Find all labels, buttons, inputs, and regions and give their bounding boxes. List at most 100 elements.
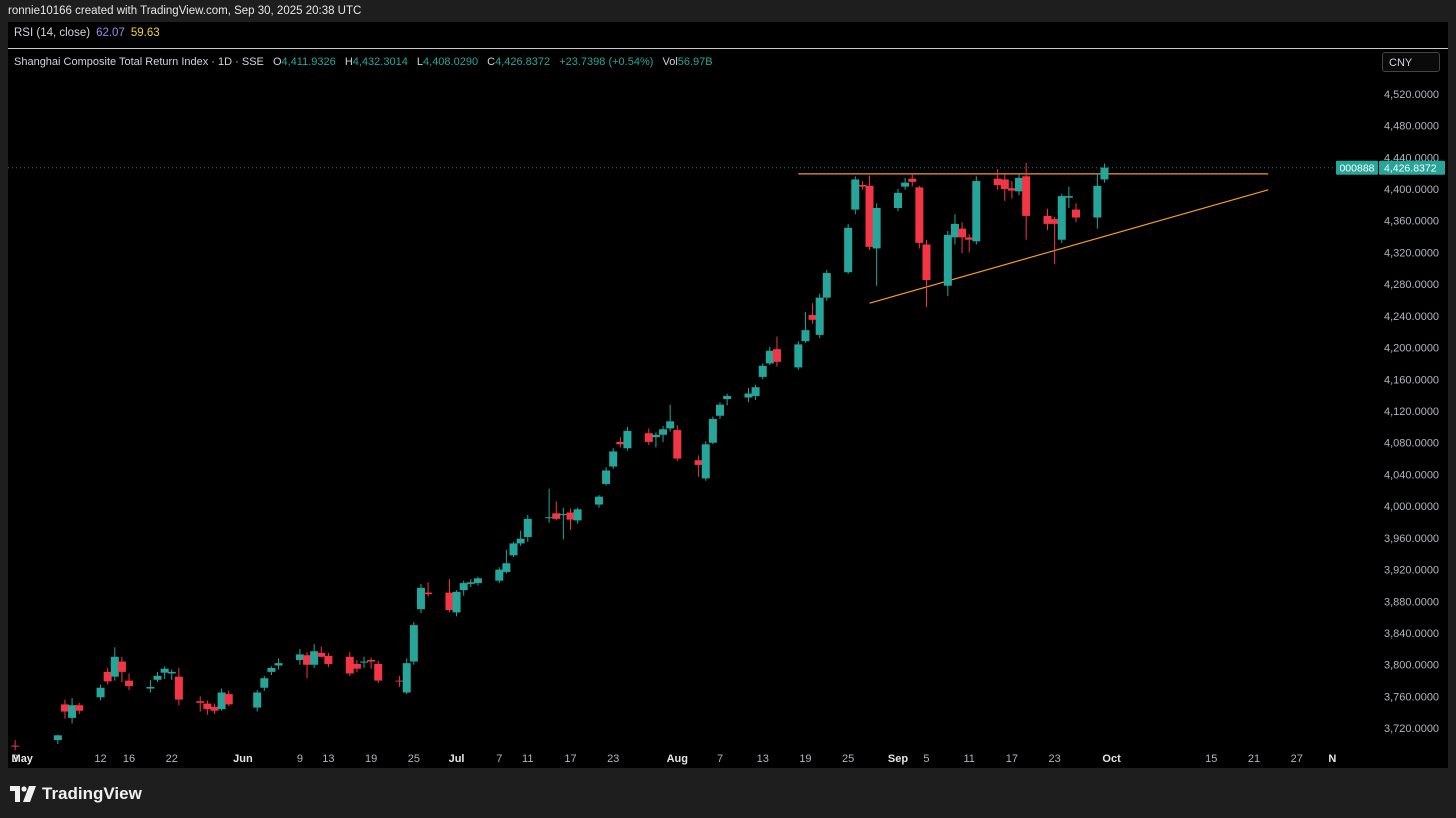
candle [210,703,219,714]
candle [224,690,233,706]
price-chart[interactable]: 3,720.0000 3,760.0000 3,800.0000 3,840.0000… [8,22,1448,768]
candle [751,384,760,400]
candle-body [1072,209,1080,218]
candle [1064,186,1073,209]
candle-body [822,273,831,298]
candle [958,222,967,254]
candle-body [794,344,803,368]
x-tick-label: 16 [123,753,135,765]
candle [872,203,881,286]
candle-body [267,667,276,672]
candle [765,346,774,366]
candle [559,507,568,540]
candle-body [659,429,668,435]
candle [1007,181,1016,199]
change-value: +23.7398 (+0.54%) [559,56,654,68]
candle-body [53,735,62,741]
x-tick-label: Jun [233,753,253,765]
candle [894,188,902,212]
y-tick-label: 4,520.0000 [1384,89,1439,101]
candle-body [260,678,269,688]
candle-body [950,223,959,238]
candle-body [452,591,461,613]
rsi-legend[interactable]: RSI (14, close) 62.07 59.63 [14,27,160,39]
candle [75,702,84,714]
x-tick-label: 13 [757,753,769,765]
y-tick-label: 3,920.0000 [1384,565,1439,577]
candle-body [146,686,155,689]
candle [1093,173,1102,229]
y-tick-label: 3,800.0000 [1384,660,1439,672]
candle [523,514,532,542]
candle-body [203,703,212,710]
candle [125,673,134,691]
candle [303,652,312,679]
candle [602,467,611,486]
chart-panel[interactable]: 3,720.0000 3,760.0000 3,800.0000 3,840.0000… [8,22,1448,768]
candle-body [424,592,433,595]
candle [651,432,660,448]
candle [858,181,867,190]
candle [708,416,717,445]
candle-body [808,315,817,320]
y-tick-label: 3,720.0000 [1384,723,1439,735]
candle-body [943,234,952,286]
candle-body [295,654,304,660]
candle-body [110,656,119,677]
candle [310,644,319,668]
candle [716,402,724,419]
x-tick-label: 19 [799,753,811,765]
candle-body [1000,179,1009,189]
candle [253,690,262,712]
candle-body [324,656,333,664]
candle-body [352,663,361,669]
candle [965,234,974,253]
candle-body [965,237,974,240]
close-label: C [487,56,496,68]
x-tick-label: Oct [1102,753,1121,765]
candle-body [473,578,482,584]
candle [623,426,632,451]
candle-body [772,349,781,362]
x-tick-label: Jul [449,753,465,765]
x-tick-label: 17 [564,753,576,765]
candle [659,426,668,442]
candle-body [908,178,917,182]
candle [103,667,112,685]
pane-separator[interactable] [8,48,1448,49]
candle-body [310,651,319,665]
x-tick-label: 13 [322,753,334,765]
low-value: 4,408.0290 [423,56,479,68]
candle [146,679,155,693]
candle-body [345,656,354,674]
x-tick-label: 9 [297,753,303,765]
x-tick-label: 25 [408,753,420,765]
candle-body [68,705,77,718]
x-tick-label: 5 [923,753,929,765]
candle [274,658,283,670]
candle-body [253,692,262,708]
candle-body [894,192,902,209]
currency-button[interactable]: CNY [1382,52,1440,72]
y-tick-label: 3,960.0000 [1384,533,1439,545]
candle [1000,174,1009,201]
candle [915,185,924,249]
high-value: 4,432.3014 [352,56,408,68]
symbol-legend[interactable]: Shanghai Composite Total Return Index · … [14,56,713,68]
x-tick-label: 11 [963,753,974,765]
author-line: ronnie10166 created with TradingView.com… [8,5,362,17]
rsi-label: RSI (14, close) [14,27,91,39]
candle-body [858,185,867,187]
y-tick-label: 3,760.0000 [1384,691,1439,703]
candle [395,675,404,687]
candle [402,658,411,695]
candle-body [651,434,660,438]
ticker-text: 000888 [1339,163,1374,175]
x-tick-label: 27 [1291,753,1303,765]
candle [260,675,269,691]
open-value: 4,411.9326 [281,56,336,68]
candle [744,388,753,403]
candle [1057,193,1066,243]
y-tick-label: 4,160.0000 [1384,374,1439,386]
candle-body [196,701,205,703]
